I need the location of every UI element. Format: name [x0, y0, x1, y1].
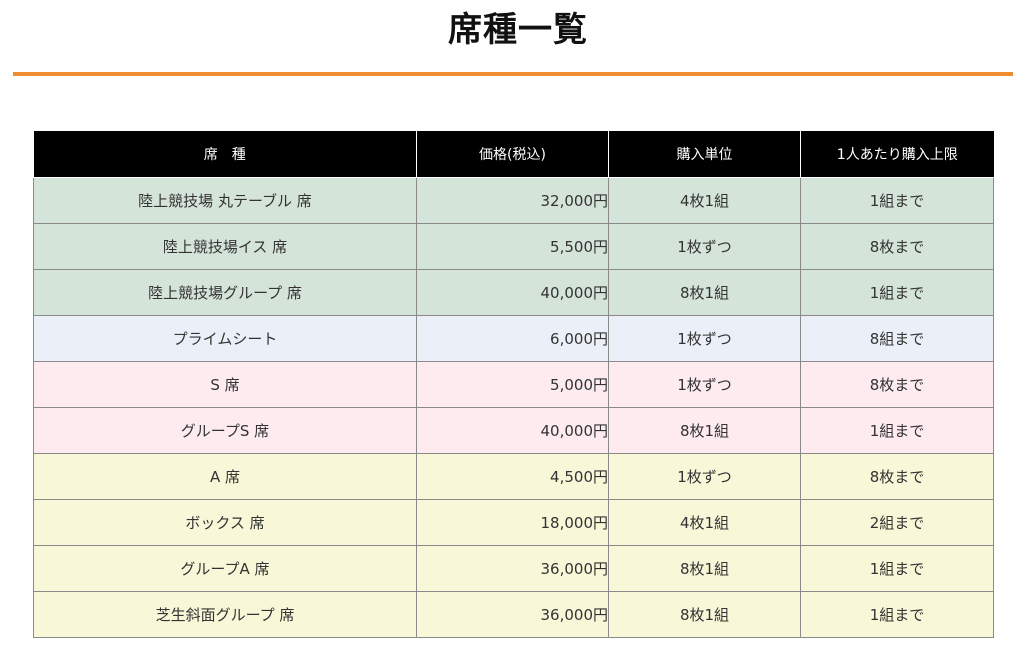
- price-cell: 18,000円: [416, 498, 609, 546]
- purchase-unit-cell: 8枚1組: [608, 590, 801, 638]
- purchase-limit-cell: 1組まで: [800, 590, 994, 638]
- page-title: 席種一覧: [448, 10, 588, 50]
- seat-type-table: 席 種 価格(税込) 購入単位 1人あたり購入上限 陸上競技場 丸テーブル 席3…: [33, 131, 994, 638]
- price-cell: 5,500円: [416, 222, 609, 270]
- purchase-unit-cell: 1枚ずつ: [608, 314, 801, 362]
- seat-name-cell: 芝生斜面グループ 席: [33, 590, 417, 638]
- seat-name-cell: ボックス 席: [33, 498, 417, 546]
- table-row: 陸上競技場イス 席 5,500円 1枚ずつ 8枚まで: [33, 222, 994, 270]
- price-cell: 32,000円: [416, 176, 609, 224]
- table-row: 芝生斜面グループ 席 36,000円 8枚1組 1組まで: [33, 590, 994, 638]
- title-underline: [13, 72, 1013, 76]
- purchase-limit-cell: 1組まで: [800, 268, 994, 316]
- seat-name-cell: グループA 席: [33, 544, 417, 592]
- header-purchase-limit: 1人あたり購入上限: [800, 131, 994, 178]
- purchase-unit-cell: 1枚ずつ: [608, 360, 801, 408]
- purchase-unit-cell: 8枚1組: [608, 268, 801, 316]
- table-row: 陸上競技場グループ 席 40,000円 8枚1組 1組まで: [33, 268, 994, 316]
- purchase-limit-cell: 1組まで: [800, 176, 994, 224]
- price-cell: 4,500円: [416, 452, 609, 500]
- purchase-unit-cell: 4枚1組: [608, 498, 801, 546]
- table-row: グループA 席 36,000円 8枚1組 1組まで: [33, 544, 994, 592]
- price-cell: 36,000円: [416, 590, 609, 638]
- header-price: 価格(税込): [416, 131, 609, 178]
- purchase-limit-cell: 8組まで: [800, 314, 994, 362]
- purchase-unit-cell: 8枚1組: [608, 544, 801, 592]
- purchase-limit-cell: 1組まで: [800, 544, 994, 592]
- purchase-limit-cell: 8枚まで: [800, 360, 994, 408]
- table-row: A 席 4,500円 1枚ずつ 8枚まで: [33, 452, 994, 500]
- page: 席種一覧 席 種 価格(税込) 購入単位 1人あたり購入上限 陸上競技場 丸テー…: [0, 0, 1036, 646]
- purchase-limit-cell: 1組まで: [800, 406, 994, 454]
- seat-name-cell: 陸上競技場 丸テーブル 席: [33, 176, 417, 224]
- table-row: 陸上競技場 丸テーブル 席 32,000円 4枚1組 1組まで: [33, 176, 994, 224]
- header-seat-type: 席 種: [33, 131, 417, 178]
- purchase-limit-cell: 2組まで: [800, 498, 994, 546]
- table-row: プライムシート 6,000円 1枚ずつ 8組まで: [33, 314, 994, 362]
- table-row: ボックス 席 18,000円 4枚1組 2組まで: [33, 498, 994, 546]
- purchase-unit-cell: 1枚ずつ: [608, 452, 801, 500]
- price-cell: 6,000円: [416, 314, 609, 362]
- header-purchase-unit: 購入単位: [608, 131, 801, 178]
- price-cell: 5,000円: [416, 360, 609, 408]
- seat-name-cell: A 席: [33, 452, 417, 500]
- purchase-limit-cell: 8枚まで: [800, 452, 994, 500]
- table-body: 陸上競技場 丸テーブル 席 32,000円 4枚1組 1組まで 陸上競技場イス 席 5,5…: [33, 176, 994, 638]
- purchase-unit-cell: 4枚1組: [608, 176, 801, 224]
- table-row: S 席 5,000円 1枚ずつ 8枚まで: [33, 360, 994, 408]
- price-cell: 40,000円: [416, 268, 609, 316]
- price-cell: 36,000円: [416, 544, 609, 592]
- table-header-row: 席 種 価格(税込) 購入単位 1人あたり購入上限: [33, 131, 994, 178]
- purchase-unit-cell: 8枚1組: [608, 406, 801, 454]
- seat-name-cell: 陸上競技場グループ 席: [33, 268, 417, 316]
- seat-name-cell: グループS 席: [33, 406, 417, 454]
- seat-name-cell: 陸上競技場イス 席: [33, 222, 417, 270]
- seat-name-cell: プライムシート: [33, 314, 417, 362]
- purchase-unit-cell: 1枚ずつ: [608, 222, 801, 270]
- table-row: グループS 席 40,000円 8枚1組 1組まで: [33, 406, 994, 454]
- purchase-limit-cell: 8枚まで: [800, 222, 994, 270]
- seat-name-cell: S 席: [33, 360, 417, 408]
- price-cell: 40,000円: [416, 406, 609, 454]
